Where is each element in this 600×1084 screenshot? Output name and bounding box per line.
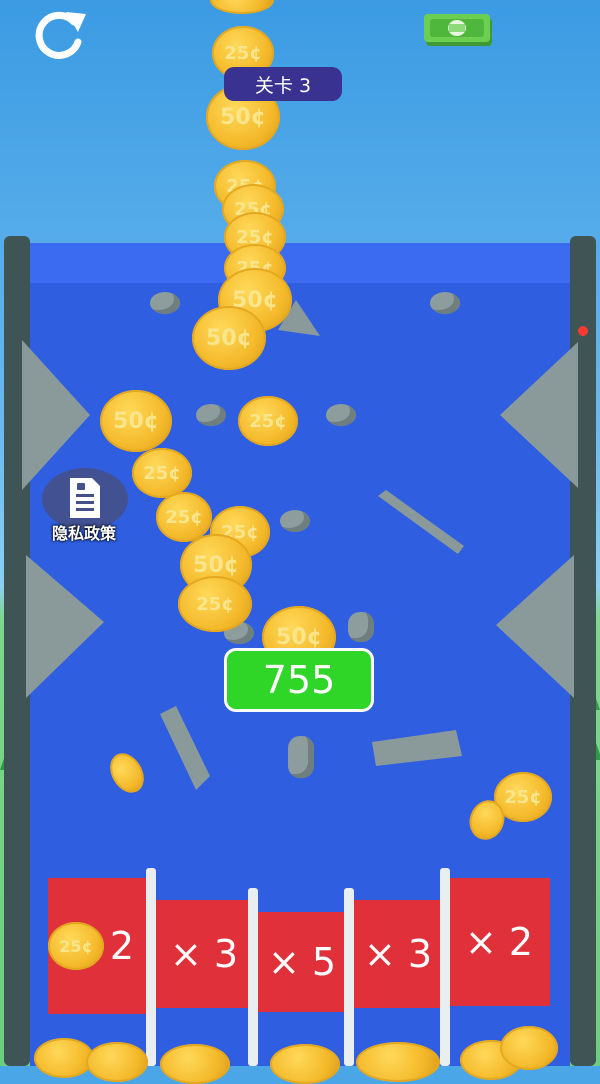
peg — [280, 510, 310, 532]
coin: 25¢ — [132, 448, 192, 498]
peg — [150, 292, 180, 314]
level-indicator: 关卡 3 — [224, 67, 342, 101]
coin-pile — [500, 1026, 558, 1070]
slot-divider — [344, 888, 354, 1066]
document-lock-icon — [70, 478, 100, 518]
coin: 25¢ — [156, 492, 212, 542]
multiplier-slot: × 3 — [352, 900, 444, 1008]
cash-button[interactable] — [422, 12, 496, 50]
slot-divider — [440, 868, 450, 1066]
slanted-bar — [378, 490, 464, 554]
peg — [348, 612, 374, 642]
slot-divider — [248, 888, 258, 1066]
coin: 50¢ — [100, 390, 172, 452]
cash-icon — [424, 14, 492, 46]
peg — [288, 736, 314, 778]
coin: 25¢ — [178, 576, 252, 632]
coin: 50¢ — [192, 306, 266, 370]
privacy-policy-button[interactable]: 隐私政策 — [36, 468, 132, 548]
multiplier-slot: × 3 — [156, 900, 252, 1008]
coin-pile — [160, 1044, 230, 1084]
multiplier-slot: × 5 — [256, 912, 348, 1012]
coin-pile — [270, 1044, 340, 1084]
coin-pile — [356, 1042, 440, 1082]
coin: 25¢ — [238, 396, 298, 446]
indicator-dot — [578, 326, 588, 336]
score-display: 755 — [224, 648, 374, 712]
left-bumper-lower — [26, 555, 104, 698]
right-bumper-upper — [500, 342, 578, 488]
privacy-policy-label: 隐私政策 — [51, 524, 116, 543]
coin-pile — [34, 1038, 94, 1078]
peg — [196, 404, 226, 426]
slanted-bar — [160, 706, 210, 790]
peg — [430, 292, 460, 314]
restart-button[interactable] — [28, 8, 90, 60]
flat-bar — [372, 730, 462, 766]
coin: 25¢ — [48, 922, 104, 970]
slot-divider — [146, 868, 156, 1066]
restart-icon — [35, 11, 86, 59]
peg — [326, 404, 356, 426]
coin-pile — [86, 1042, 148, 1082]
multiplier-slot: × 2 — [448, 878, 550, 1006]
right-bumper-lower — [496, 555, 574, 698]
